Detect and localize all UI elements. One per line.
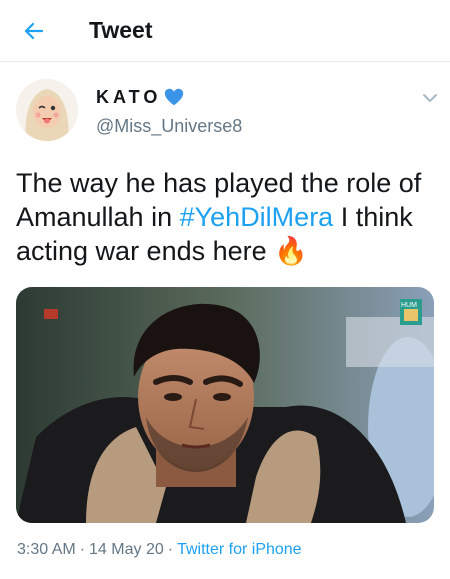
tweet-text: The way he has played the role of Amanul…	[16, 166, 436, 268]
chevron-down-icon[interactable]	[418, 86, 442, 110]
top-bar: Tweet	[0, 0, 450, 62]
author-handle[interactable]: @Miss_Universe8	[96, 116, 242, 137]
tweet-time: 3:30 AM	[17, 541, 76, 558]
author-name-row[interactable]: KATO	[96, 86, 185, 108]
back-button[interactable]	[15, 12, 53, 50]
avatar[interactable]	[16, 79, 78, 141]
author-display-name[interactable]: KATO	[96, 87, 161, 108]
tweet-source-link[interactable]: Twitter for iPhone	[177, 541, 302, 558]
tweet-date: 14 May 20	[89, 541, 164, 558]
page-title: Tweet	[89, 17, 153, 43]
tweet-meta: 3:30 AM · 14 May 20 · Twitter for iPhone	[17, 541, 302, 558]
verified-badge-icon	[165, 88, 184, 106]
channel-logo-text: HUM	[401, 302, 417, 309]
fire-emoji: 🔥	[274, 236, 308, 266]
hashtag-link[interactable]: #YehDilMera	[180, 202, 334, 232]
tweet-media-image[interactable]: HUM	[16, 287, 434, 523]
back-arrow-icon	[24, 22, 44, 39]
